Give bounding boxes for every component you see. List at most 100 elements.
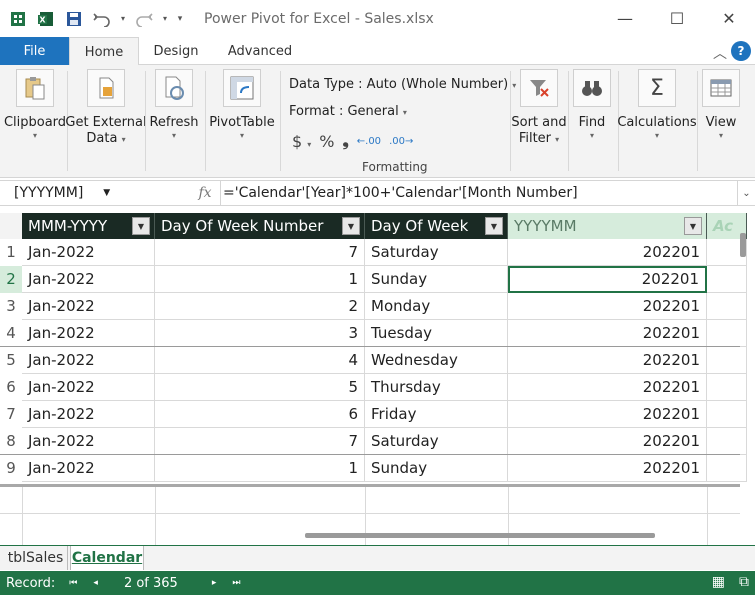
row-number[interactable]: 5 (0, 347, 22, 374)
column-header[interactable]: YYYYMM ▼ (508, 213, 707, 239)
redo-dropdown-icon[interactable]: ▾ (160, 7, 170, 31)
table-cell[interactable]: 1 (155, 266, 365, 293)
name-box[interactable]: [YYYYMM] ▼ (0, 181, 190, 205)
refresh-button[interactable]: Refresh ▾ (146, 65, 202, 140)
table-cell[interactable]: Jan-2022 (22, 239, 155, 266)
percent-icon[interactable]: % (319, 132, 334, 151)
format-dropdown[interactable]: Format : General ▾ (289, 104, 407, 119)
currency-icon[interactable]: $ ▾ (292, 132, 311, 151)
table-cell[interactable]: 202201 (508, 320, 707, 347)
table-cell[interactable]: 7 (155, 428, 365, 455)
view-button[interactable]: View ▾ (698, 65, 744, 140)
comma-icon[interactable]: ❟ (342, 131, 348, 151)
pivottable-button[interactable]: PivotTable ▾ (206, 65, 278, 140)
find-button[interactable]: Find ▾ (569, 65, 615, 140)
formula-input[interactable]: ='Calendar'[Year]*100+'Calendar'[Month N… (220, 181, 737, 205)
table-cell[interactable]: 7 (155, 239, 365, 266)
row-number[interactable]: 6 (0, 374, 22, 401)
next-record-icon[interactable]: ▸ (212, 578, 217, 588)
row-number[interactable]: 8 (0, 428, 22, 455)
expand-formula-bar-icon[interactable]: ⌄ (737, 181, 755, 205)
table-cell[interactable]: 4 (155, 347, 365, 374)
save-icon[interactable] (62, 7, 86, 31)
fx-icon[interactable]: fx (190, 185, 220, 201)
table-cell[interactable]: 202201 (508, 266, 707, 293)
column-header[interactable]: MMM-YYYY ▼ (22, 213, 155, 239)
row-number[interactable]: 7 (0, 401, 22, 428)
horizontal-scrollbar[interactable] (305, 533, 655, 538)
table-cell[interactable]: 202201 (508, 347, 707, 374)
table-cell[interactable] (707, 455, 747, 482)
calculations-button[interactable]: Σ Calculations ▾ (617, 65, 697, 140)
table-cell[interactable]: Thursday (365, 374, 508, 401)
row-number[interactable]: 3 (0, 293, 22, 320)
table-cell[interactable] (707, 320, 747, 347)
table-cell[interactable]: 6 (155, 401, 365, 428)
diagram-view-icon[interactable]: ⧉ (739, 574, 749, 590)
data-type-dropdown[interactable]: Data Type : Auto (Whole Number) ▾ (289, 77, 516, 92)
table-cell[interactable]: Wednesday (365, 347, 508, 374)
grid-view-icon[interactable]: ▦ (712, 574, 725, 590)
vertical-scrollbar[interactable] (740, 233, 746, 257)
table-cell[interactable]: Sunday (365, 266, 508, 293)
table-cell[interactable] (707, 374, 747, 401)
filter-dropdown-icon[interactable]: ▼ (684, 217, 702, 235)
previous-record-icon[interactable]: ◂ (93, 578, 98, 588)
tab-file[interactable]: File (0, 37, 69, 65)
excel-icon[interactable]: X (34, 7, 58, 31)
table-cell[interactable] (707, 428, 747, 455)
row-number[interactable]: 9 (0, 455, 22, 482)
table-cell[interactable]: 202201 (508, 239, 707, 266)
tab-design[interactable]: Design (145, 37, 207, 65)
increase-decimal-icon[interactable]: ←.00 (357, 136, 381, 147)
undo-dropdown-icon[interactable]: ▾ (118, 7, 128, 31)
sheet-tab-calendar[interactable]: Calendar (70, 546, 144, 570)
minimize-icon[interactable]: — (599, 0, 651, 37)
chevron-down-icon[interactable]: ▼ (103, 188, 110, 198)
clipboard-button[interactable]: Clipboard ▾ (4, 65, 66, 140)
collapse-ribbon-icon[interactable]: ︿ (713, 43, 727, 63)
table-cell[interactable] (707, 266, 747, 293)
filter-dropdown-icon[interactable]: ▼ (342, 217, 360, 235)
table-cell[interactable]: Jan-2022 (22, 320, 155, 347)
column-header[interactable]: Day Of Week Number ▼ (155, 213, 365, 239)
help-icon[interactable]: ? (731, 41, 751, 61)
table-cell[interactable]: Jan-2022 (22, 347, 155, 374)
table-cell[interactable]: 202201 (508, 455, 707, 482)
row-number[interactable]: 4 (0, 320, 22, 347)
table-cell[interactable] (707, 347, 747, 374)
table-cell[interactable]: 202201 (508, 428, 707, 455)
table-cell[interactable]: Jan-2022 (22, 266, 155, 293)
table-cell[interactable]: Monday (365, 293, 508, 320)
table-cell[interactable]: 202201 (508, 293, 707, 320)
get-external-data-button[interactable]: Get External Data ▾ (65, 65, 147, 148)
maximize-icon[interactable]: ☐ (651, 0, 703, 37)
sheet-tab-tblsales[interactable]: tblSales (4, 546, 68, 570)
table-cell[interactable]: Jan-2022 (22, 428, 155, 455)
table-cell[interactable]: Jan-2022 (22, 401, 155, 428)
last-record-icon[interactable]: ⏭ (232, 578, 240, 588)
tab-advanced[interactable]: Advanced (220, 37, 300, 65)
tab-home[interactable]: Home (69, 37, 139, 66)
table-cell[interactable]: Saturday (365, 239, 508, 266)
decrease-decimal-icon[interactable]: .00→ (389, 136, 413, 147)
filter-dropdown-icon[interactable]: ▼ (132, 217, 150, 235)
customize-qat-icon[interactable]: ▾ (174, 7, 186, 31)
row-number[interactable]: 1 (0, 239, 22, 266)
select-all-corner[interactable] (0, 213, 22, 239)
table-cell[interactable]: 202201 (508, 374, 707, 401)
first-record-icon[interactable]: ⏮ (69, 578, 77, 588)
table-cell[interactable] (707, 401, 747, 428)
table-cell[interactable]: Saturday (365, 428, 508, 455)
close-icon[interactable]: ✕ (703, 0, 755, 37)
power-pivot-icon[interactable] (6, 7, 30, 31)
table-cell[interactable]: 202201 (508, 401, 707, 428)
table-cell[interactable] (707, 293, 747, 320)
table-cell[interactable]: Jan-2022 (22, 374, 155, 401)
redo-icon[interactable] (132, 7, 156, 31)
table-cell[interactable]: 1 (155, 455, 365, 482)
table-cell[interactable]: Jan-2022 (22, 455, 155, 482)
table-cell[interactable]: 2 (155, 293, 365, 320)
table-cell[interactable]: 5 (155, 374, 365, 401)
table-cell[interactable]: Sunday (365, 455, 508, 482)
